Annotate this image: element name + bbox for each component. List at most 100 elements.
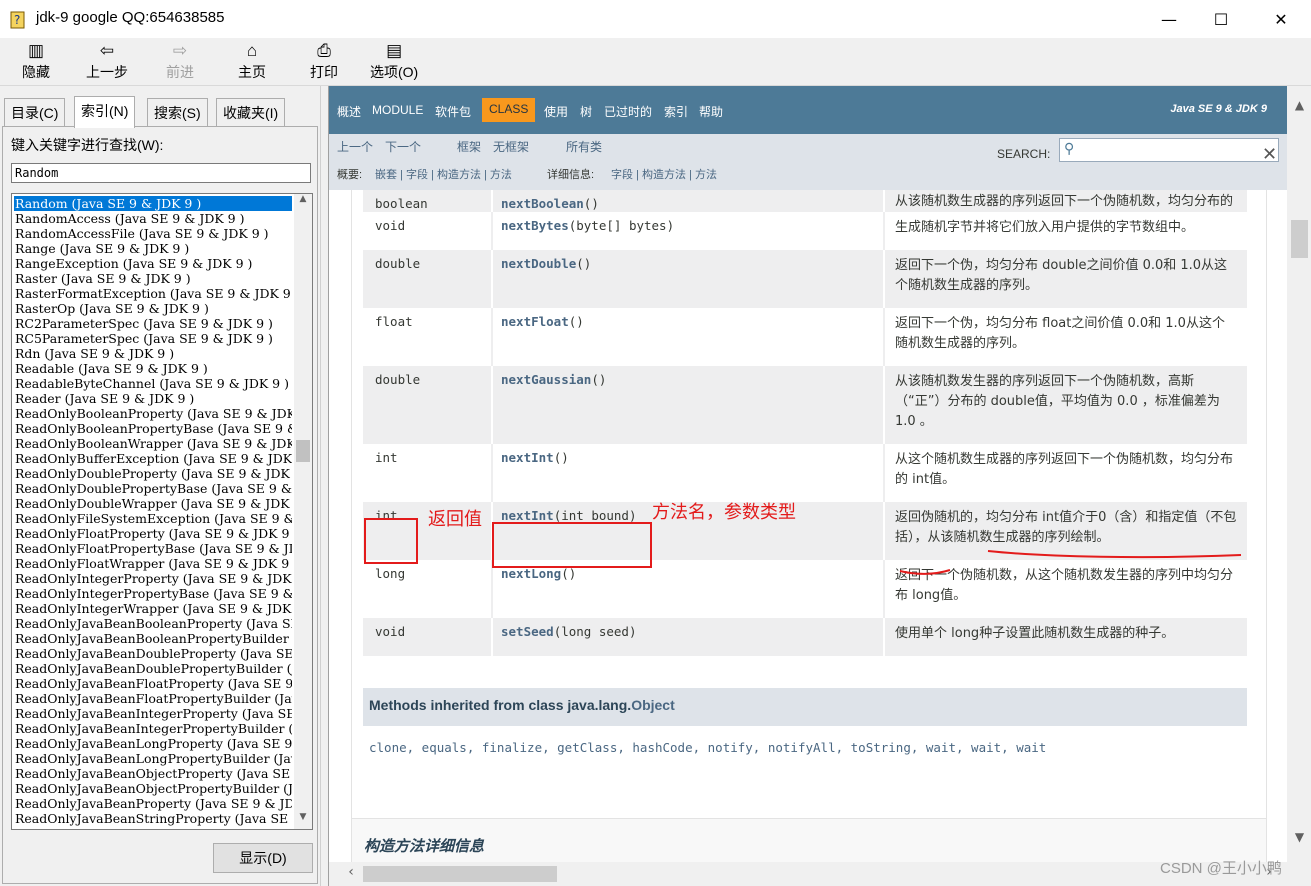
method-name-link[interactable]: nextFloat [501,314,569,329]
prev-class-link[interactable]: 上一个 [337,138,373,155]
index-list-item[interactable]: Raster (Java SE 9 & JDK 9 ) [14,271,292,286]
tab-contents[interactable]: 目录(C) [4,98,66,126]
close-button[interactable]: ✕ [1255,0,1307,38]
method-name-link[interactable]: nextLong [501,566,561,581]
index-list-item[interactable]: ReadableByteChannel (Java SE 9 & JDK 9 ) [14,376,292,391]
tab-index[interactable]: 索引(N) [74,96,136,128]
index-list-item[interactable]: ReadOnlyJavaBeanProperty (Java SE 9 & JD… [14,796,292,811]
method-name-link[interactable]: nextBoolean [501,196,584,211]
nav-module[interactable]: MODULE [372,103,423,117]
index-list-item[interactable]: RangeException (Java SE 9 & JDK 9 ) [14,256,292,271]
index-list-item[interactable]: ReadOnlyDoubleWrapper (Java SE 9 & JDK 9… [14,496,292,511]
keyword-input[interactable]: Random [11,163,311,183]
index-list-item[interactable]: Range (Java SE 9 & JDK 9 ) [14,241,292,256]
next-class-link[interactable]: 下一个 [385,138,421,155]
method-name-link[interactable]: setSeed [501,624,554,639]
index-list-item[interactable]: ReadOnlyBooleanProperty (Java SE 9 & JDK… [14,406,292,421]
index-list-scrollbar[interactable]: ▲ ▼ [294,194,312,829]
index-list-item[interactable]: ReadOnlyJavaBeanDoubleProperty (Java SE … [14,646,292,661]
index-list-item[interactable]: RandomAccess (Java SE 9 & JDK 9 ) [14,211,292,226]
detail-links[interactable]: 字段 | 构造方法 | 方法 [611,166,717,182]
summary-links[interactable]: 嵌套 | 字段 | 构造方法 | 方法 [375,166,512,182]
method-name-link[interactable]: nextInt [501,508,554,523]
v-scroll-thumb[interactable] [1291,220,1308,258]
index-list-item[interactable]: ReadOnlyDoubleProperty (Java SE 9 & JDK … [14,466,292,481]
index-list-item[interactable]: ReadOnlyJavaBeanLongPropertyBuilder (Jav… [14,751,292,766]
index-list-item[interactable]: ReadOnlyJavaBeanFloatProperty (Java SE 9… [14,676,292,691]
index-list-item[interactable]: ReadOnlyIntegerPropertyBase (Java SE 9 &… [14,586,292,601]
no-frames-link[interactable]: 无框架 [493,138,529,155]
index-list-item[interactable]: ReadOnlyFileSystemException (Java SE 9 &… [14,511,292,526]
hide-button[interactable]: ▥ 隐藏 [22,40,50,84]
index-list-item[interactable]: RC2ParameterSpec (Java SE 9 & JDK 9 ) [14,316,292,331]
index-list[interactable]: Random (Java SE 9 & JDK 9 ) RandomAccess … [11,193,313,830]
forward-button[interactable]: ⇨ 前进 [166,40,194,84]
index-list-item[interactable]: ReadOnlyIntegerProperty (Java SE 9 & JDK… [14,571,292,586]
nav-tree[interactable]: 树 [580,103,592,120]
nav-index[interactable]: 索引 [664,103,688,120]
scroll-down-icon[interactable]: ▼ [294,812,312,828]
inherited-class-link[interactable]: Object [631,697,675,713]
index-list-item[interactable]: RandomAccessFile (Java SE 9 & JDK 9 ) [14,226,292,241]
index-list-item[interactable]: Rdn (Java SE 9 & JDK 9 ) [14,346,292,361]
back-button[interactable]: ⇦ 上一步 [86,40,128,84]
options-button[interactable]: ▤ 选项(O) [370,40,418,84]
minimize-button[interactable]: — [1143,0,1195,38]
index-list-item[interactable]: ReadOnlyFloatProperty (Java SE 9 & JDK 9… [14,526,292,541]
print-button[interactable]: ⎙ 打印 [310,40,338,84]
index-list-item[interactable]: ReadOnlyJavaBeanObjectPropertyBuilder (J… [14,781,292,796]
clear-search-icon[interactable]: ✕ [1262,144,1277,165]
search-input[interactable]: ⚲ [1059,138,1279,162]
scroll-down-icon[interactable]: ▼ [1287,830,1311,844]
scroll-thumb[interactable] [296,440,310,462]
tab-search[interactable]: 搜索(S) [147,98,208,126]
method-name-link[interactable]: nextGaussian [501,372,591,387]
index-list-item[interactable]: ReadOnlyJavaBeanDoublePropertyBuilder (J… [14,661,292,676]
index-list-item[interactable]: ReadOnlyJavaBeanBooleanProperty (Java SE… [14,616,292,631]
index-list-item[interactable]: Reader (Java SE 9 & JDK 9 ) [14,391,292,406]
index-list-item[interactable]: ReadOnlyBooleanPropertyBase (Java SE 9 &… [14,421,292,436]
doc-horizontal-scrollbar[interactable]: ‹ › [329,862,1287,886]
scroll-left-icon[interactable]: ‹ [341,864,361,880]
index-list-item[interactable]: ReadOnlyBufferException (Java SE 9 & JDK… [14,451,292,466]
index-list-item[interactable]: ReadOnlyIntegerWrapper (Java SE 9 & JDK … [14,601,292,616]
index-list-item[interactable]: Random (Java SE 9 & JDK 9 ) [14,196,292,211]
index-list-item[interactable]: ReadOnlyJavaBeanStringProperty (Java SE … [14,811,292,826]
inherited-methods-list[interactable]: clone, equals, finalize, getClass, hashC… [369,740,1046,755]
pane-splitter[interactable] [320,86,328,886]
index-list-item[interactable]: ReadOnlyJavaBeanObjectProperty (Java SE … [14,766,292,781]
nav-use[interactable]: 使用 [544,103,568,120]
index-list-item[interactable]: RasterFormatException (Java SE 9 & JDK 9… [14,286,292,301]
index-list-item[interactable]: ReadOnlyJavaBeanBooleanPropertyBuilder (… [14,631,292,646]
index-list-item[interactable]: Readable (Java SE 9 & JDK 9 ) [14,361,292,376]
index-list-item[interactable]: RC5ParameterSpec (Java SE 9 & JDK 9 ) [14,331,292,346]
method-row: boolean nextBoolean() 从该随机数生成器的序列返回下一个伪随机数… [363,190,1247,229]
method-params: () [568,314,584,329]
tab-favorites[interactable]: 收藏夹(I) [216,98,286,126]
index-list-item[interactable]: ReadOnlyDoublePropertyBase (Java SE 9 & … [14,481,292,496]
frames-link[interactable]: 框架 [457,138,481,155]
index-list-item[interactable]: ReadOnlyFloatPropertyBase (Java SE 9 & J… [14,541,292,556]
method-name-link[interactable]: nextInt [501,450,554,465]
method-name-link[interactable]: nextBytes [501,218,569,233]
scroll-up-icon[interactable]: ▲ [1287,98,1311,112]
index-list-item[interactable]: ReadOnlyJavaBeanIntegerProperty (Java SE… [14,706,292,721]
index-list-item[interactable]: ReadOnlyJavaBeanLongProperty (Java SE 9 … [14,736,292,751]
show-button[interactable]: 显示(D) [213,843,313,873]
index-list-item[interactable]: ReadOnlyJavaBeanFloatPropertyBuilder (Ja… [14,691,292,706]
scroll-up-icon[interactable]: ▲ [294,194,312,210]
home-button[interactable]: ⌂ 主页 [238,40,266,84]
doc-vertical-scrollbar[interactable]: ▲ ▼ [1287,86,1311,886]
maximize-button[interactable]: ☐ [1195,0,1247,38]
method-name-link[interactable]: nextDouble [501,256,576,271]
index-list-item[interactable]: RasterOp (Java SE 9 & JDK 9 ) [14,301,292,316]
nav-help[interactable]: 帮助 [699,103,723,120]
nav-deprecated[interactable]: 已过时的 [604,103,652,120]
all-classes-link[interactable]: 所有类 [566,138,602,155]
index-list-item[interactable]: ReadOnlyJavaBeanIntegerPropertyBuilder (… [14,721,292,736]
nav-overview[interactable]: 概述 [337,103,361,120]
h-scroll-thumb[interactable] [363,866,557,882]
nav-package[interactable]: 软件包 [435,103,471,120]
index-list-item[interactable]: ReadOnlyBooleanWrapper (Java SE 9 & JDK … [14,436,292,451]
index-list-item[interactable]: ReadOnlyFloatWrapper (Java SE 9 & JDK 9 … [14,556,292,571]
